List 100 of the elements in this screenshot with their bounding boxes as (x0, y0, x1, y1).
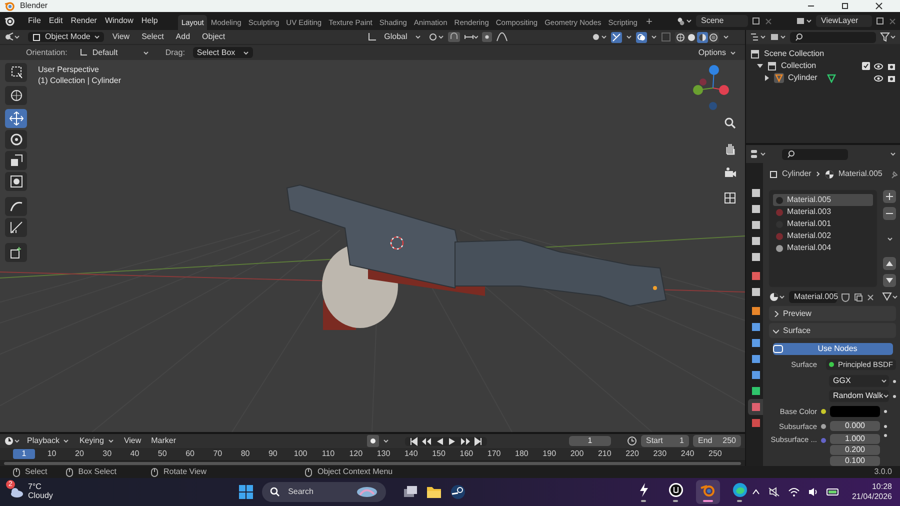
dropdown[interactable]: Random Walk (829, 390, 889, 402)
jump-start-icon[interactable] (409, 436, 418, 446)
gizmo-toggle-icon[interactable] (611, 32, 622, 42)
proportional-edit-icon[interactable] (482, 32, 492, 42)
material-slot[interactable]: Material.001 (773, 218, 873, 230)
material-slot[interactable]: Material.003 (773, 206, 873, 218)
timeline-editor-icon[interactable] (4, 436, 20, 446)
select-box-tool[interactable] (5, 63, 27, 82)
folder-icon[interactable] (426, 484, 442, 500)
view-layer-field[interactable]: ViewLayer (816, 15, 872, 27)
speaker-icon[interactable] (808, 487, 818, 497)
battery-icon[interactable] (826, 487, 840, 497)
properties-editor-icon[interactable] (750, 149, 766, 159)
task-view-icon[interactable] (402, 484, 418, 500)
filter-icon[interactable] (880, 32, 896, 42)
editor-type-icon[interactable] (4, 32, 20, 42)
scene-icon[interactable] (676, 16, 692, 26)
remove-slot-button[interactable] (883, 207, 896, 220)
cursor-tool[interactable] (5, 86, 27, 105)
add-workspace-button[interactable]: + (640, 15, 658, 30)
tree-item[interactable]: Cylinder (788, 73, 818, 83)
snap-icon[interactable] (448, 32, 460, 42)
fake-user-icon[interactable] (841, 292, 850, 302)
snap-target-icon[interactable] (464, 32, 478, 42)
weather-cloud-icon[interactable] (8, 486, 24, 498)
jump-end-icon[interactable] (474, 436, 484, 446)
node-link-icon[interactable] (882, 292, 898, 302)
visibility-icon[interactable] (591, 32, 607, 42)
add-cube-tool[interactable] (5, 243, 27, 262)
material-slot[interactable]: Material.005 (773, 194, 873, 206)
camera-icon[interactable] (887, 62, 896, 70)
grid-icon[interactable] (723, 191, 737, 205)
material-slot[interactable]: Material.002 (773, 230, 873, 242)
eye-icon[interactable] (874, 74, 883, 82)
copy-icon[interactable] (854, 292, 863, 302)
number-field[interactable]: 1.000 (830, 434, 880, 444)
play-icon[interactable] (448, 436, 458, 446)
start-icon[interactable] (238, 484, 254, 500)
dropdown[interactable]: GGX (829, 375, 889, 387)
number-field[interactable]: 0.200 (830, 445, 880, 455)
move-tool[interactable] (5, 109, 27, 128)
use-nodes-button[interactable]: Use Nodes (772, 343, 892, 355)
rotate-tool[interactable] (5, 130, 27, 149)
pivot-icon[interactable] (428, 32, 444, 42)
menu-item[interactable]: Render (66, 15, 101, 27)
blender-logo-icon[interactable] (4, 15, 16, 27)
menu-item[interactable]: View (108, 31, 134, 43)
search-field[interactable] (782, 148, 848, 160)
view-layer-icon[interactable] (796, 16, 812, 26)
eye-icon[interactable] (874, 62, 883, 70)
material-browse-icon[interactable] (769, 292, 785, 302)
search-field[interactable] (790, 32, 876, 42)
annotate-tool[interactable] (5, 197, 27, 216)
tree-item[interactable]: Scene Collection (764, 49, 824, 59)
scene-field[interactable]: Scene (696, 15, 748, 27)
close-icon[interactable] (867, 294, 874, 300)
color-swatch[interactable] (830, 406, 880, 416)
outliner-editor-icon[interactable] (750, 32, 766, 42)
number-field[interactable]: 0.100 (830, 456, 880, 466)
zoom-icon[interactable] (723, 116, 737, 130)
checkbox-icon[interactable] (862, 62, 870, 70)
transform-tool[interactable] (5, 172, 27, 191)
menu-item[interactable]: Window (100, 15, 138, 27)
menu-item[interactable]: Select (138, 31, 168, 43)
material-name-field[interactable]: Material.005 (789, 291, 837, 303)
taskbar-app[interactable] (696, 480, 720, 504)
measure-tool[interactable] (5, 218, 27, 237)
pin-icon[interactable] (890, 170, 900, 178)
menu-item[interactable]: Edit (44, 15, 67, 27)
clock-date[interactable]: 21/04/2026 (852, 492, 892, 502)
next-keyframe-icon[interactable] (461, 436, 470, 446)
shading-mode-icon[interactable] (675, 32, 686, 42)
copy-icon[interactable] (752, 16, 761, 26)
tree-item[interactable]: Collection (781, 61, 816, 71)
collapse-arrow-icon[interactable] (757, 63, 763, 69)
transform-orientation-icon[interactable] (367, 32, 378, 42)
falloff-icon[interactable] (496, 32, 508, 42)
playhead[interactable]: 1 (13, 449, 35, 459)
steam-icon[interactable] (450, 484, 466, 500)
search-field[interactable]: Search (262, 482, 386, 502)
move-down-button[interactable] (883, 274, 896, 287)
scale-tool[interactable] (5, 151, 27, 170)
menu-item[interactable]: File (24, 15, 45, 27)
axis-gizmo-drawing[interactable] (693, 65, 729, 110)
play-reverse-icon[interactable] (435, 436, 444, 446)
mode-dropdown[interactable]: Object Mode (28, 32, 104, 42)
panel-header[interactable]: Surface (769, 323, 896, 338)
number-field[interactable]: 0.000 (830, 421, 880, 431)
shading-mode-icon[interactable] (686, 32, 697, 42)
maximize-icon[interactable] (840, 1, 850, 11)
setting-dropdown[interactable]: Select Box (192, 46, 254, 58)
scrollbar[interactable] (4, 462, 741, 464)
record-icon[interactable] (367, 435, 380, 447)
muted-icon[interactable] (768, 487, 780, 497)
shading-mode-icon[interactable] (708, 32, 719, 42)
add-slot-button[interactable] (883, 190, 896, 203)
shading-mode-icon[interactable] (697, 32, 708, 42)
clock-icon[interactable] (627, 436, 637, 446)
menu-item[interactable]: Help (137, 15, 162, 27)
clock-time[interactable]: 10:28 (872, 482, 892, 492)
